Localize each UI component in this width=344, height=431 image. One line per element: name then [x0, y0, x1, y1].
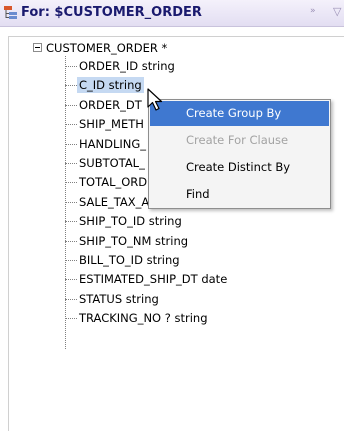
tree-connector: [65, 66, 77, 67]
tree-connector: [65, 105, 77, 106]
schema-tree: CUSTOMER_ORDER * ORDER_ID string C_ID str…: [0, 0, 344, 431]
menu-item-find[interactable]: Find: [150, 182, 329, 207]
tree-connector: [65, 260, 77, 261]
tree-node[interactable]: ORDER_ID string: [79, 58, 175, 74]
collapse-toggle-icon[interactable]: [33, 43, 42, 52]
tree-node[interactable]: SHIP_TO_NM string: [79, 233, 188, 249]
tree-node[interactable]: SHIP_METH: [79, 116, 144, 132]
tree-root-node[interactable]: CUSTOMER_ORDER *: [46, 40, 167, 56]
context-menu: Create Group By Create For Clause Create…: [148, 99, 331, 209]
menu-item-create-distinct-by[interactable]: Create Distinct By: [150, 155, 329, 180]
tree-connector: [65, 124, 77, 125]
tree-connector: [65, 318, 77, 319]
tree-node[interactable]: TRACKING_NO ? string: [79, 310, 208, 326]
tree-connector: [65, 202, 77, 203]
tree-node[interactable]: SUBTOTAL_: [79, 155, 145, 171]
tree-connector: [65, 163, 77, 164]
tree-connector: [65, 144, 77, 145]
tree-connector: [65, 299, 77, 300]
tree-node[interactable]: HANDLING_: [79, 136, 146, 152]
tree-node[interactable]: BILL_TO_ID string: [79, 252, 180, 268]
menu-item-create-for-clause[interactable]: Create For Clause: [150, 128, 329, 153]
tree-node-selected[interactable]: C_ID string: [77, 77, 144, 93]
tree-node[interactable]: SHIP_TO_ID string: [79, 213, 182, 229]
tree-connector: [65, 279, 77, 280]
tree-connector: [65, 221, 77, 222]
tree-connector: [65, 85, 77, 86]
tree-node[interactable]: STATUS string: [79, 291, 159, 307]
menu-item-create-group-by[interactable]: Create Group By: [150, 101, 329, 126]
tree-connector: [65, 182, 77, 183]
tree-node[interactable]: ORDER_DT: [79, 97, 142, 113]
tree-connector: [65, 241, 77, 242]
mouse-cursor-icon: [147, 88, 163, 111]
tree-node[interactable]: ESTIMATED_SHIP_DT date: [79, 271, 227, 287]
